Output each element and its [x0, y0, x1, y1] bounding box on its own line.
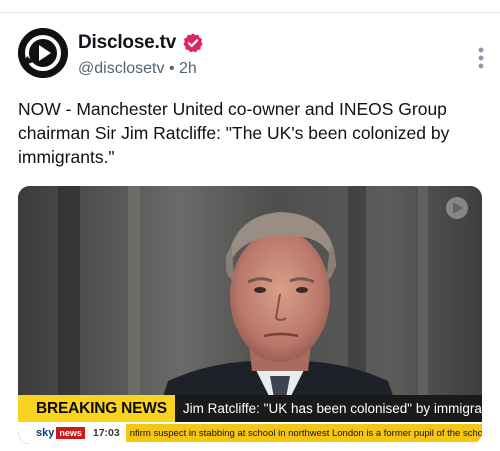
- post-header: Disclose.tv @disclosetv • 2h: [18, 28, 488, 88]
- ticker-time: 17:03: [92, 427, 120, 439]
- handle-row: @disclosetv • 2h: [78, 60, 197, 78]
- handle[interactable]: @disclosetv: [78, 60, 165, 77]
- ticker-text: nfirm suspect in stabbing at school in n…: [125, 424, 482, 442]
- breaking-label: BREAKING NEWS: [18, 395, 175, 422]
- display-name[interactable]: Disclose.tv: [78, 32, 176, 54]
- post-text: NOW - Manchester United co-owner and INE…: [18, 99, 450, 167]
- separator: •: [168, 60, 175, 77]
- sky-news-logo: sky news: [18, 422, 85, 444]
- breaking-news-bar: BREAKING NEWS Jim Ratcliffe: "UK has bee…: [18, 395, 482, 422]
- timestamp[interactable]: 2h: [179, 60, 197, 77]
- top-divider: [0, 12, 500, 13]
- verified-badge-icon: [183, 33, 203, 53]
- more-vertical-icon[interactable]: [474, 46, 488, 70]
- news-word: news: [56, 427, 85, 439]
- news-ticker: sky news 17:03 nfirm suspect in stabbing…: [18, 422, 482, 444]
- name-row: Disclose.tv: [78, 32, 204, 54]
- play-logo-icon: [18, 28, 68, 78]
- post-media[interactable]: BREAKING NEWS Jim Ratcliffe: "UK has bee…: [18, 186, 482, 444]
- avatar[interactable]: [18, 28, 68, 78]
- breaking-headline: Jim Ratcliffe: "UK has been colonised" b…: [174, 395, 482, 422]
- sky-word: sky: [36, 427, 55, 439]
